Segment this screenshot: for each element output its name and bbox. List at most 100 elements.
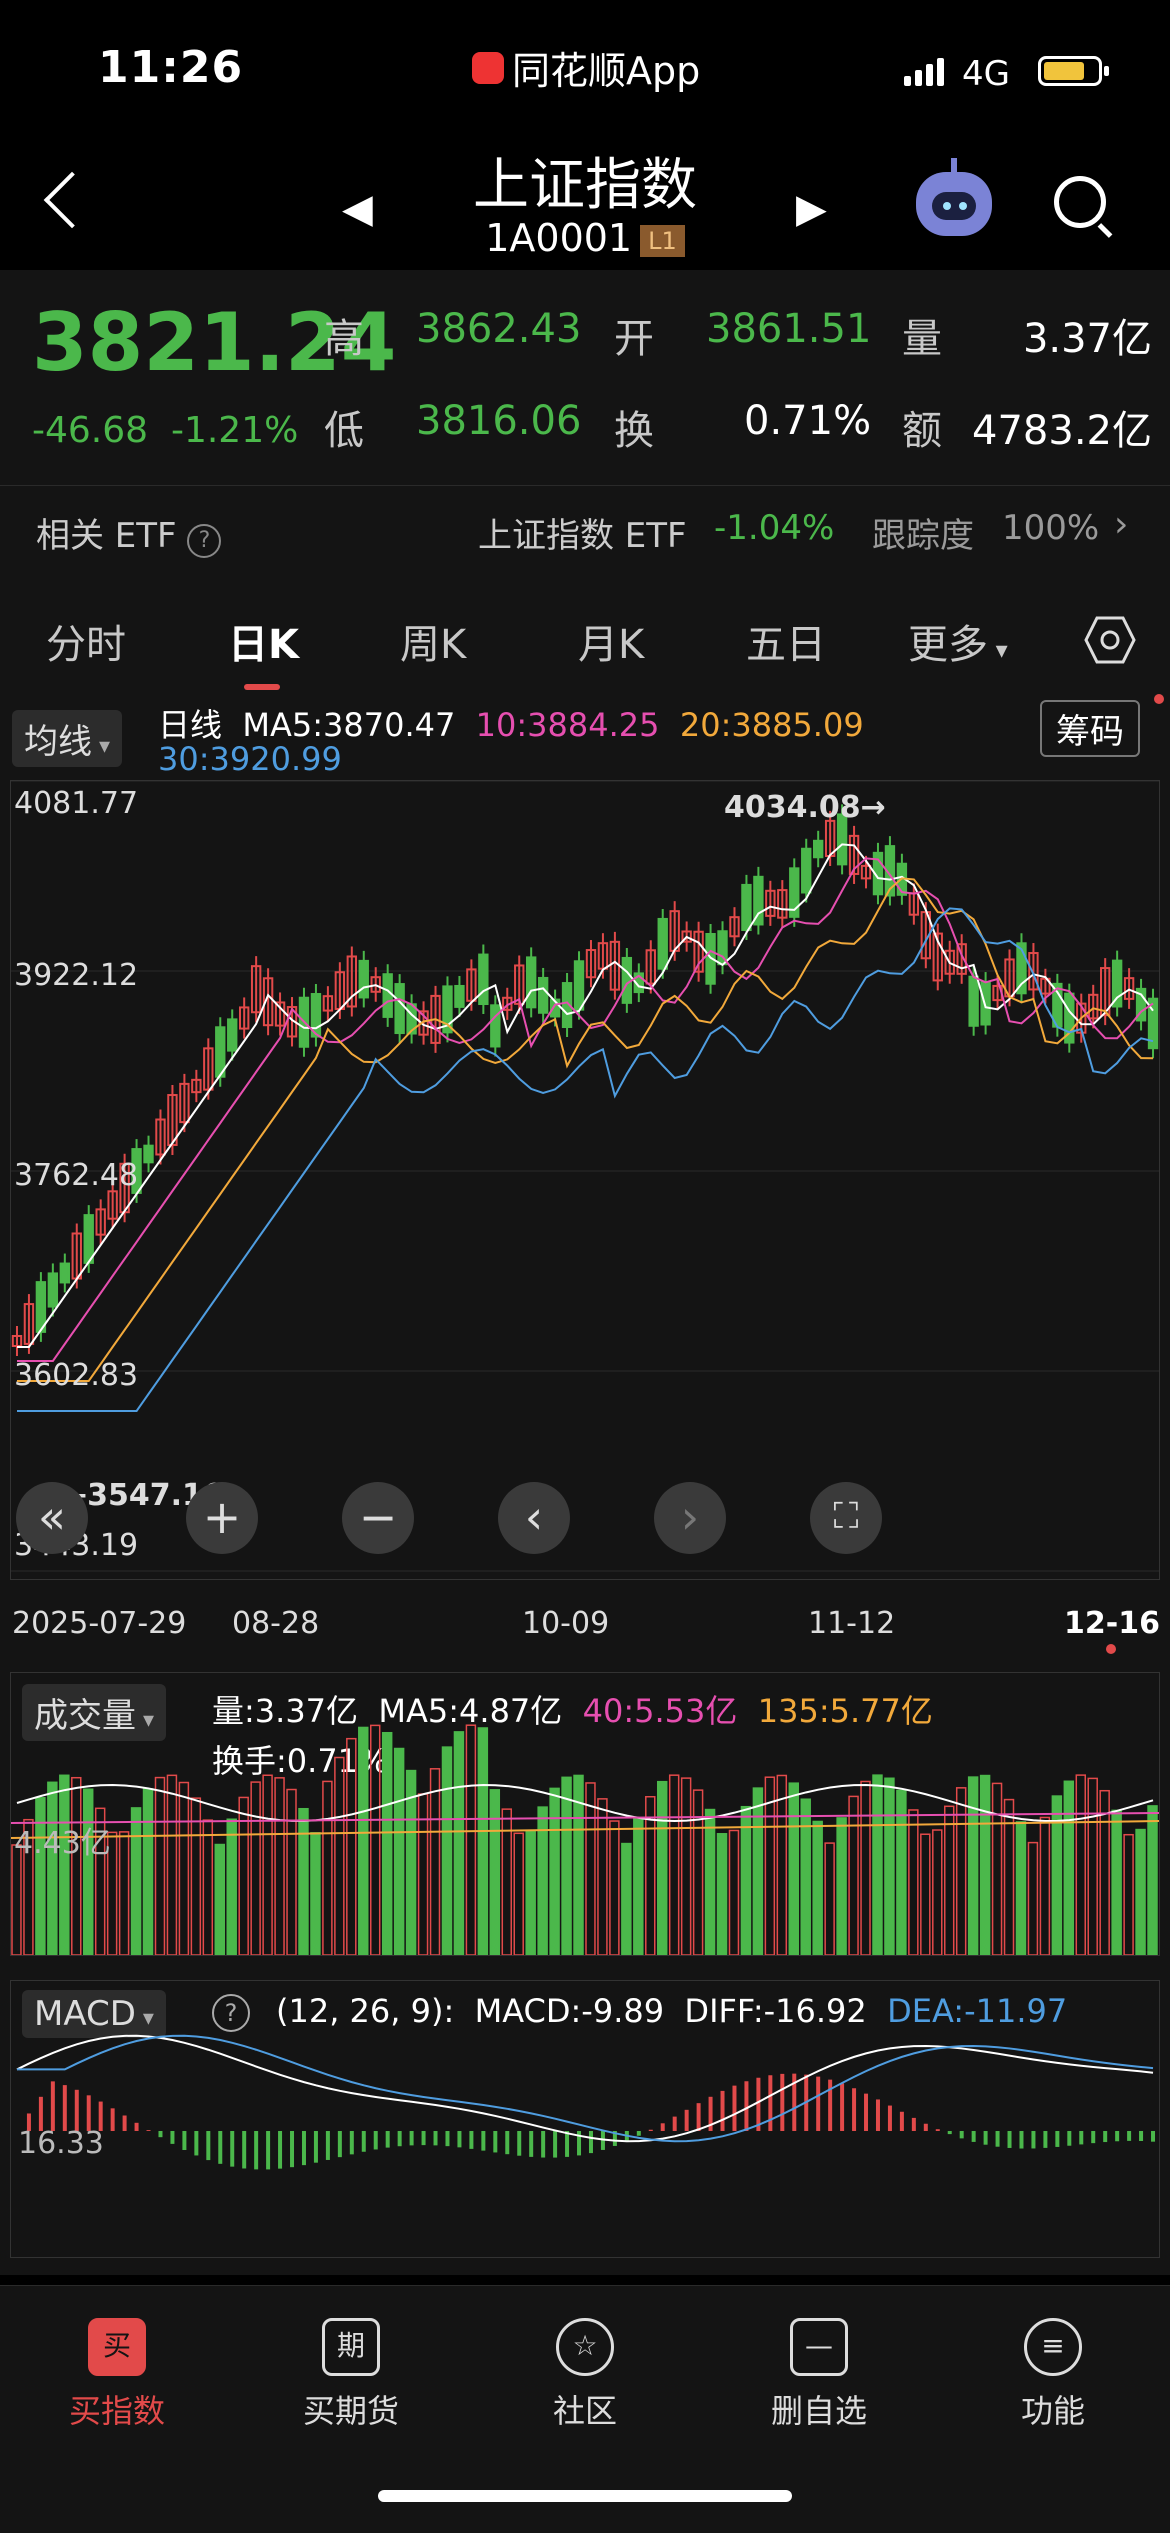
volume-bar [166,1774,178,1955]
x-tick-1: 2025-07-29 [12,1606,187,1641]
tab-more[interactable]: 更多 ▾ [908,612,1008,670]
volume-bar [609,1820,620,1955]
functions-button[interactable]: ≡ 功能 [936,2318,1170,2432]
y-tick-4: 3602.83 [14,1358,139,1393]
remove-watchlist-button[interactable]: — 删自选 [702,2318,936,2432]
legend-ma5: MA5:3870.47 [242,706,456,744]
scroll-left-icon[interactable]: ‹ [498,1482,570,1554]
volume-bar [59,1774,70,1955]
volume-bar [1135,1828,1146,1955]
buy-index-button[interactable]: 买买指数 [0,2318,234,2432]
volume-bar [358,1726,369,1955]
volume-bar [334,1756,345,1955]
volume-bar [310,1832,321,1955]
etf-name[interactable]: 上证指数 ETF [478,508,687,557]
candle-body [657,917,668,970]
status-time: 11:26 [98,42,244,93]
volume-bar [848,1795,859,1955]
track-label: 跟踪度 [872,516,974,556]
volume-bar [872,1774,883,1955]
amount-label: 额 [902,408,942,454]
volume-bar [381,1731,393,1955]
fullscreen-icon[interactable]: ⛶ [810,1482,882,1554]
tab-weekly-k[interactable]: 周K [400,612,466,670]
candle-body [59,1262,70,1284]
max-price-marker: 4034.08→ [724,790,886,825]
status-carrier: 4G [962,54,1010,94]
volume-bar [585,1782,596,1955]
etf-label-text: 相关 ETF [36,516,177,556]
x-tick-4: 11-12 [808,1606,896,1641]
volume-bar [393,1747,405,1955]
ma-indicator-select[interactable]: 均线 ▾ [12,710,123,767]
stock-code-text: 1A0001 [485,216,633,260]
volume-value: 3.37亿 [1022,316,1152,362]
settings-hex-icon[interactable] [1084,614,1136,666]
community-button[interactable]: ☆ 社区 [468,2318,702,2432]
volume-bar [561,1776,572,1955]
volume-bar [322,1780,333,1955]
candle-body [801,847,812,894]
volume-bar [1123,1833,1134,1955]
scroll-right-icon[interactable]: › [654,1482,726,1554]
volume-bar [154,1776,166,1955]
low-value: 3816.06 [416,398,582,444]
help-icon[interactable]: ? [187,524,222,558]
candle-body [227,1018,238,1052]
volume-bar [525,1830,536,1955]
etf-label: 相关 ETF ? [36,508,222,558]
chip-distribution-button[interactable]: 筹码 [1040,700,1140,757]
candle-body [358,959,369,999]
ma5-line [17,843,1154,1348]
current-date-dot [1106,1644,1116,1654]
candle-body [813,839,824,859]
volume-bar [657,1780,668,1955]
y-tick-1: 4081.77 [14,786,139,821]
macd-panel[interactable] [10,1980,1160,2258]
x-tick-3: 10-09 [522,1606,610,1641]
tab-intraday[interactable]: 分时 [46,612,126,670]
tab-daily-k[interactable]: 日K [228,612,299,670]
tab-five-day[interactable]: 五日 [746,612,826,670]
y-tick-3: 3762.48 [14,1158,139,1193]
volume-bar [979,1774,991,1955]
volume-bar [991,1782,1003,1955]
zoom-in-icon[interactable]: + [186,1482,258,1554]
track-value: 100% [1002,508,1100,548]
candle-body [478,953,489,1006]
volume-bar [274,1777,285,1955]
open-label: 开 [614,316,654,362]
candle-body [382,973,393,1018]
volume-bar [884,1777,895,1955]
open-value: 3861.51 [706,306,872,352]
collapse-left-icon[interactable]: « [16,1482,88,1554]
kline-panel[interactable] [10,780,1160,1580]
chevron-right-icon[interactable]: › [1114,504,1128,545]
buy-icon: 买 [88,2318,146,2376]
volume-bar [477,1727,489,1955]
community-icon: ☆ [556,2318,614,2376]
volume-panel[interactable] [10,1672,1160,1956]
menu-icon: ≡ [1024,2318,1082,2376]
x-tick-2: 08-28 [232,1606,320,1641]
candle-body [741,883,752,932]
volume-chart [11,1724,1159,1955]
volume-bar [549,1787,560,1955]
tab-monthly-k[interactable]: 月K [578,612,644,670]
volume-bar [920,1833,931,1955]
legend-ma20: 20:3885.09 [679,706,864,744]
app-icon [472,51,504,84]
volume-bar [668,1774,680,1955]
change-value: -46.68 [32,410,149,451]
next-stock-icon[interactable]: ▶ [796,186,827,232]
candle-body [143,1144,154,1164]
buy-futures-button[interactable]: 期买期货 [234,2318,468,2432]
zoom-out-icon[interactable]: − [342,1482,414,1554]
robot-assistant-icon[interactable] [916,158,992,236]
legend-ma30: 30:3920.99 [158,740,342,778]
volume-bar [47,1781,58,1955]
volume-bar [812,1820,823,1955]
price-change: -46.68 -1.21% [32,410,298,451]
buy-futures-label: 买期货 [302,2392,399,2430]
search-icon[interactable] [1054,176,1106,228]
